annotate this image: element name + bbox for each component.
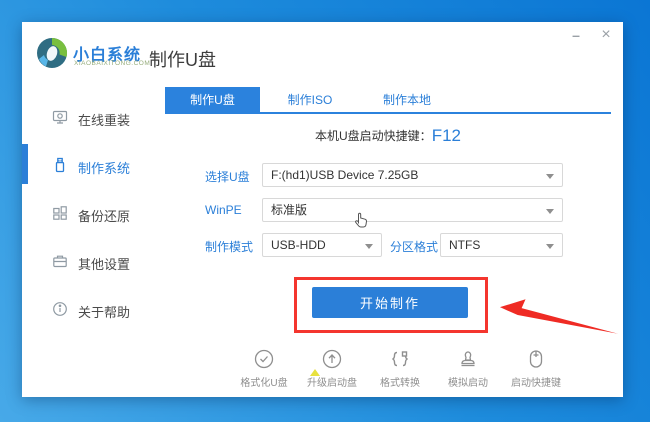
winpe-dropdown[interactable]: 标准版	[262, 198, 563, 222]
boot-hotkey-hint: 本机U盘启动快捷键：F12	[165, 123, 611, 149]
tool-format-usb[interactable]: 格式化U盘	[238, 348, 290, 389]
boot-hotkey-label: 本机U盘启动快捷键：	[315, 129, 432, 143]
sidebar-item-make-system[interactable]: 制作系统	[22, 155, 162, 177]
sidebar-item-label: 备份还原	[78, 209, 131, 224]
sidebar-item-online-reinstall[interactable]: 在线重装	[22, 107, 162, 129]
tool-label: 启动快捷键	[511, 378, 561, 389]
sidebar-item-label: 制作系统	[78, 161, 131, 176]
winpe-label: WinPE	[205, 203, 242, 217]
partition-format-label: 分区格式	[390, 240, 439, 254]
chevron-down-icon	[546, 174, 554, 179]
tab-make-local[interactable]: 制作本地	[357, 87, 457, 113]
backup-blocks-icon	[52, 205, 68, 221]
make-mode-dropdown[interactable]: USB-HDD	[262, 233, 382, 257]
tool-label: 升级启动盘	[307, 378, 357, 389]
mouse-icon	[525, 348, 547, 370]
tool-format-convert[interactable]: 格式转换	[374, 348, 426, 389]
tab-make-usb[interactable]: 制作U盘	[165, 87, 260, 113]
tab-make-iso[interactable]: 制作ISO	[260, 87, 360, 113]
sidebar-item-label: 关于帮助	[78, 305, 131, 320]
app-logo-domain: XIAOBAIXITONG.COM	[74, 60, 151, 67]
sidebar-item-about-help[interactable]: 关于帮助	[22, 299, 162, 321]
tool-label: 格式转换	[380, 378, 420, 389]
upgrade-arrow-icon	[321, 348, 343, 370]
sidebar-item-other-settings[interactable]: 其他设置	[22, 251, 162, 273]
chevron-down-icon	[365, 244, 373, 249]
footer-toolbar: 格式化U盘 升级启动盘 格式转换 模拟启动 启动快捷键	[238, 348, 562, 389]
monitor-icon	[52, 109, 68, 125]
minimize-button[interactable]: –	[567, 26, 585, 44]
stamp-icon	[457, 348, 479, 370]
briefcase-icon	[52, 253, 68, 269]
tool-simulate-boot[interactable]: 模拟启动	[442, 348, 494, 389]
desktop-background: – × 小白系统 XIAOBAIXITONG.COM 制作U盘 在线重装 制作系…	[0, 0, 650, 422]
tab-underline	[165, 112, 611, 114]
chevron-down-icon	[546, 244, 554, 249]
usb-drive-icon	[52, 157, 68, 173]
sidebar-item-label: 在线重装	[78, 113, 131, 128]
sidebar-item-label: 其他设置	[78, 257, 131, 272]
tool-boot-hotkey[interactable]: 启动快捷键	[510, 348, 562, 389]
tool-label: 模拟启动	[448, 378, 488, 389]
convert-braces-icon	[389, 348, 411, 370]
partition-format-value: NTFS	[449, 238, 481, 252]
partition-format-dropdown[interactable]: NTFS	[440, 233, 563, 257]
tool-label: 格式化U盘	[240, 378, 288, 389]
chevron-down-icon	[546, 209, 554, 214]
app-logo-icon	[36, 37, 68, 69]
winpe-value: 标准版	[271, 203, 308, 217]
boot-hotkey-value: F12	[431, 126, 461, 145]
format-check-icon	[253, 348, 275, 370]
close-button[interactable]: ×	[597, 26, 615, 44]
info-icon	[52, 301, 68, 317]
progress-marker	[310, 369, 320, 376]
page-title: 制作U盘	[149, 50, 216, 70]
usb-select-value: F:(hd1)USB Device 7.25GB	[271, 168, 419, 182]
start-make-button[interactable]: 开始制作	[312, 287, 468, 318]
app-window: – × 小白系统 XIAOBAIXITONG.COM 制作U盘 在线重装 制作系…	[22, 22, 623, 397]
highlight-arrow-icon	[498, 298, 620, 338]
make-mode-label: 制作模式	[205, 240, 254, 254]
usb-select-dropdown[interactable]: F:(hd1)USB Device 7.25GB	[262, 163, 563, 187]
sidebar-item-backup-restore[interactable]: 备份还原	[22, 203, 162, 225]
make-mode-value: USB-HDD	[271, 238, 326, 252]
usb-select-label: 选择U盘	[205, 170, 250, 184]
